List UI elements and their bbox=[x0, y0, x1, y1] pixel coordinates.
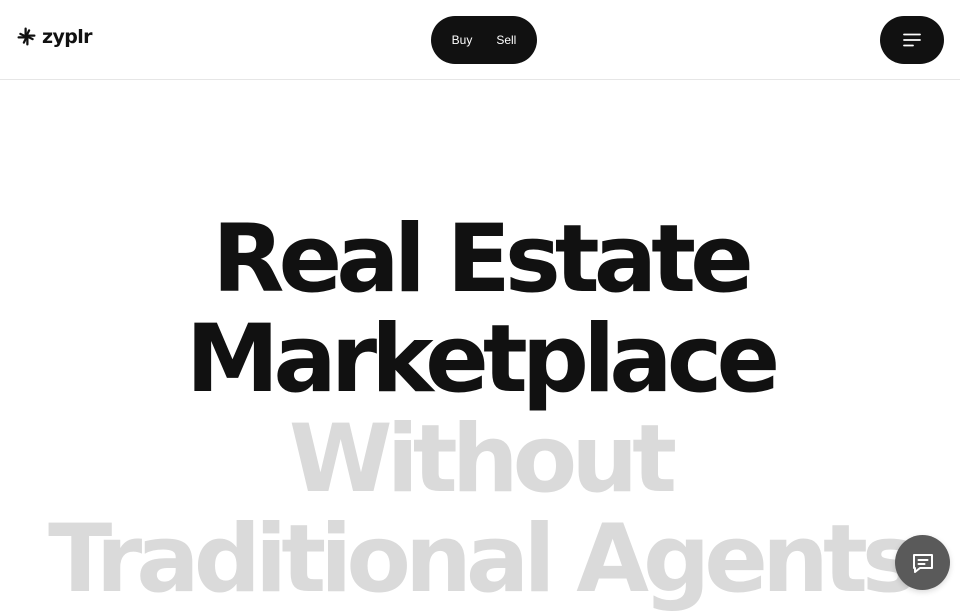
hero-title-line-2: Marketplace bbox=[185, 305, 780, 414]
buy-option[interactable]: Buy bbox=[452, 33, 473, 47]
hamburger-menu-icon bbox=[903, 33, 921, 47]
hero-title-line-3: Without bbox=[288, 405, 677, 514]
sell-option[interactable]: Sell bbox=[496, 33, 516, 47]
hero-section: Real Estate Marketplace Without Traditio… bbox=[0, 210, 960, 610]
chat-button[interactable] bbox=[895, 535, 950, 590]
hero-title-line-1: Real Estate bbox=[212, 205, 754, 314]
chat-bubble-icon bbox=[912, 553, 933, 573]
brand-name: zyplr bbox=[42, 25, 93, 48]
buy-sell-toggle: Buy Sell bbox=[431, 16, 537, 64]
brand-logo[interactable]: zyplr bbox=[16, 25, 93, 48]
site-header: zyplr Buy Sell bbox=[0, 0, 960, 80]
hero-title-line-4: Traditional Agents bbox=[48, 505, 918, 614]
pinwheel-logo-icon bbox=[17, 27, 36, 46]
menu-button[interactable] bbox=[880, 16, 944, 64]
